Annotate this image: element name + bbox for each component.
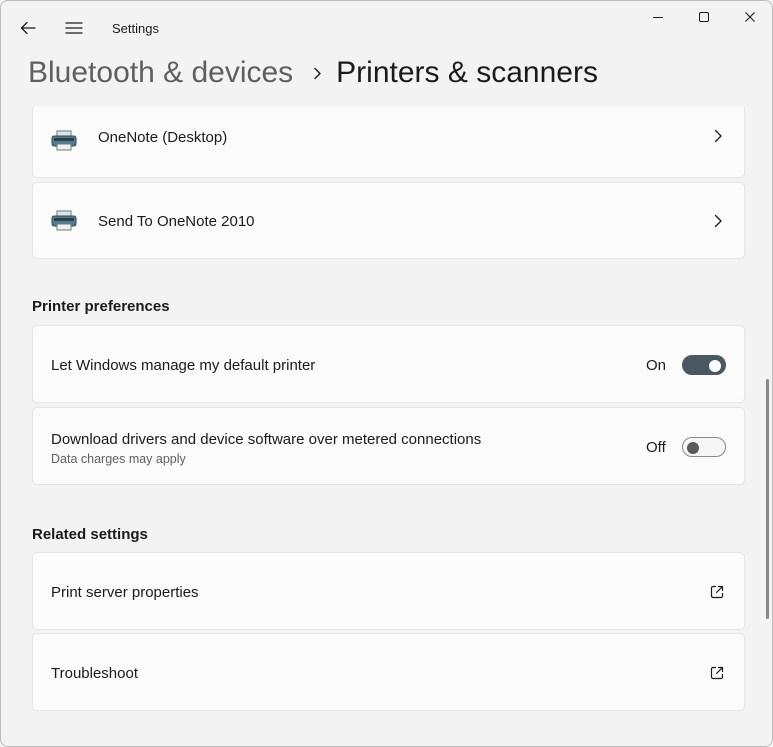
metered-connection-setting: Download drivers and device software ove… <box>32 407 745 485</box>
default-printer-label: Let Windows manage my default printer <box>51 357 316 374</box>
page-title: Printers & scanners <box>336 56 598 89</box>
metered-connection-sublabel: Data charges may apply <box>51 452 186 466</box>
close-button[interactable] <box>727 1 772 33</box>
default-printer-state: On <box>646 357 667 374</box>
chevron-right-icon <box>313 67 322 80</box>
printer-name: Send To OneNote 2010 <box>98 213 255 230</box>
title-bar: Settings <box>1 1 772 57</box>
default-printer-setting: Let Windows manage my default printer On <box>32 325 745 403</box>
back-arrow-icon <box>20 21 36 35</box>
printer-name: OneNote (Desktop) <box>98 129 228 146</box>
chevron-right-icon <box>714 214 722 228</box>
hamburger-menu-icon <box>65 22 83 34</box>
printer-preferences-heading: Printer preferences <box>32 298 170 315</box>
breadcrumb: Bluetooth & devices Printers & scanners <box>28 51 598 95</box>
navigation-menu-button[interactable] <box>57 11 91 45</box>
default-printer-toggle[interactable] <box>682 355 726 375</box>
troubleshoot-label: Troubleshoot <box>51 665 138 682</box>
printer-icon <box>51 130 77 151</box>
breadcrumb-parent-link[interactable]: Bluetooth & devices <box>28 56 293 90</box>
minimize-button[interactable] <box>635 1 681 33</box>
metered-connection-state: Off <box>646 439 666 456</box>
toggle-knob <box>709 360 721 372</box>
chevron-right-icon <box>714 129 722 143</box>
metered-connection-toggle[interactable] <box>682 437 726 457</box>
close-icon <box>745 12 755 22</box>
related-settings-heading: Related settings <box>32 526 148 543</box>
back-button[interactable] <box>11 11 45 45</box>
print-server-properties-label: Print server properties <box>51 584 199 601</box>
printer-icon <box>51 210 77 231</box>
printer-item-onenote-desktop[interactable]: OneNote (Desktop) <box>32 107 745 178</box>
printer-item-send-to-onenote[interactable]: Send To OneNote 2010 <box>32 182 745 259</box>
settings-content: OneNote (Desktop) Send To OneNote 2010 P… <box>1 107 761 746</box>
scrollbar-thumb[interactable] <box>766 379 769 619</box>
troubleshoot-link[interactable]: Troubleshoot <box>32 633 745 711</box>
print-server-properties-link[interactable]: Print server properties <box>32 552 745 630</box>
settings-window: Settings Bluetooth & devices Printers & … <box>0 0 773 747</box>
maximize-icon <box>699 12 709 22</box>
maximize-button[interactable] <box>681 1 727 33</box>
open-external-icon <box>710 585 724 599</box>
metered-connection-label: Download drivers and device software ove… <box>51 431 482 448</box>
minimize-icon <box>653 17 663 18</box>
app-title: Settings <box>112 21 159 36</box>
toggle-knob <box>687 442 699 454</box>
open-external-icon <box>710 666 724 680</box>
